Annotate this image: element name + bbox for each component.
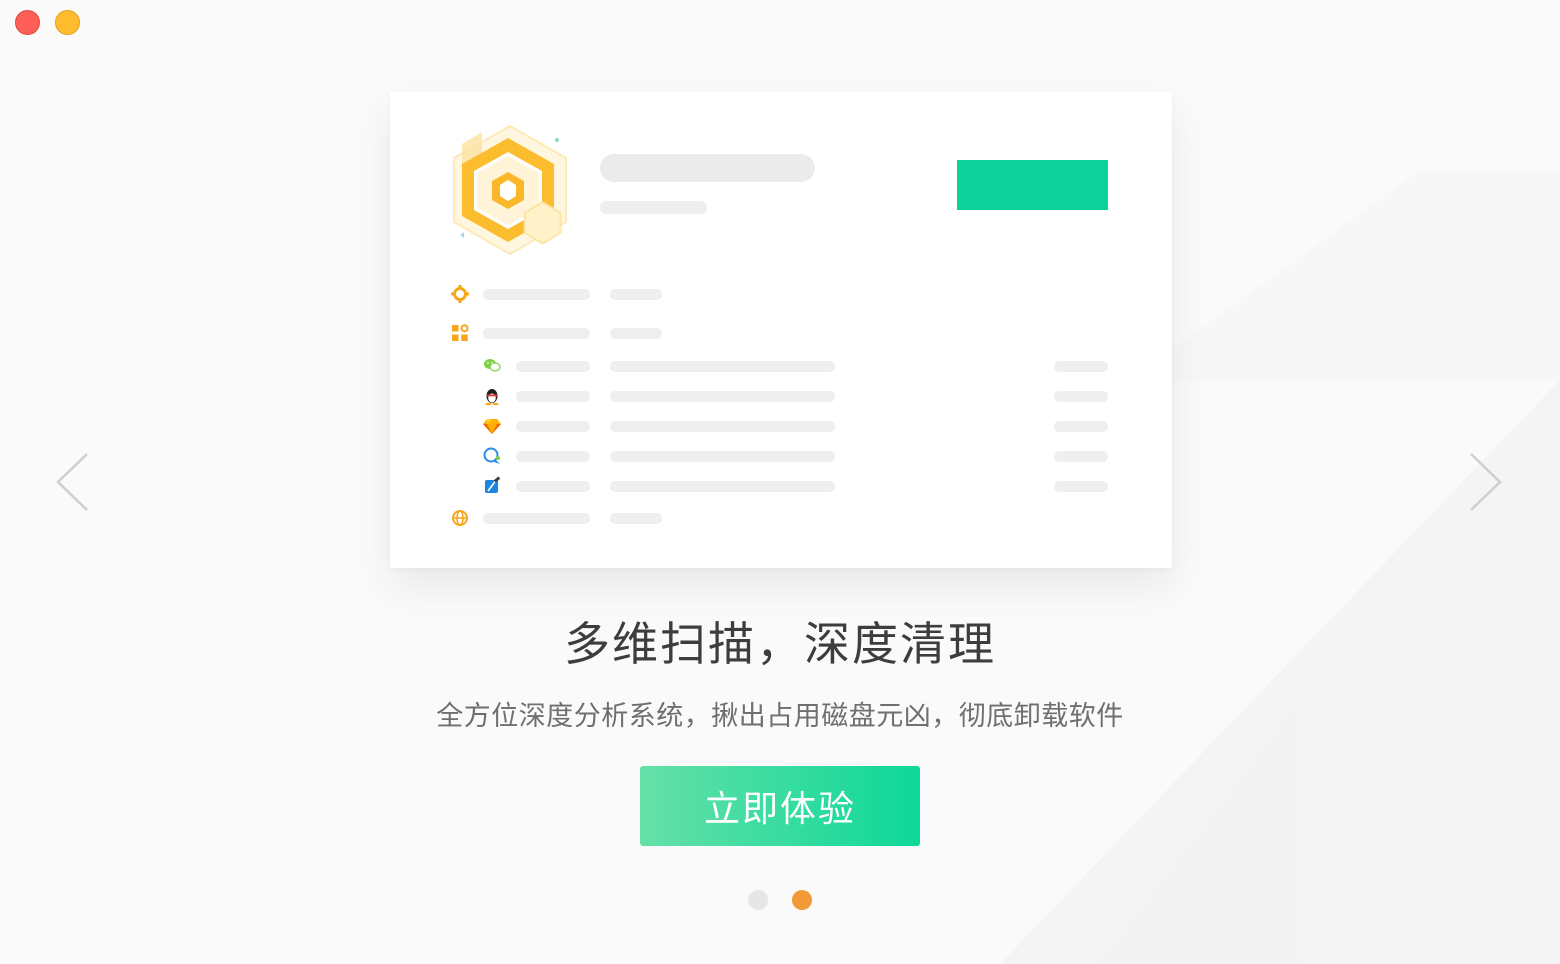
app-path-placeholder [610,421,835,432]
window-minimize-button[interactable] [55,10,80,35]
qq-penguin-icon [485,389,499,406]
app-size-placeholder [1054,421,1108,432]
wechat-icon [484,359,501,372]
apps-grid-icon [452,324,469,341]
subtitle-placeholder [600,201,707,214]
previous-slide-arrow-icon[interactable] [50,452,90,512]
gear-icon [451,285,469,303]
try-now-button[interactable]: 立即体验 [640,766,920,846]
slide-headline: 多维扫描，深度清理 [564,617,996,671]
pagination-dot-2-active[interactable] [792,890,812,910]
next-slide-arrow-icon[interactable] [1466,452,1506,512]
app-name-placeholder [516,361,590,372]
row-value-placeholder [610,289,662,300]
app-size-placeholder [1054,481,1108,492]
row-label-placeholder [483,513,590,524]
app-window: 多维扫描，深度清理 全方位深度分析系统，揪出占用磁盘元凶，彻底卸载软件 立即体验 [0,0,1560,964]
preview-action-button [957,160,1108,210]
app-name-placeholder [516,481,590,492]
window-close-button[interactable] [15,10,40,35]
hexagon-logo-icon [453,124,567,256]
app-name-placeholder [516,451,590,462]
app-name-placeholder [516,391,590,402]
app-path-placeholder [610,391,835,402]
app-path-placeholder [610,361,835,372]
globe-icon [452,510,468,526]
app-size-placeholder [1054,391,1108,402]
row-value-placeholder [610,328,662,339]
pagination-dot-1[interactable] [748,890,768,910]
row-label-placeholder [483,289,590,300]
app-size-placeholder [1054,361,1108,372]
title-placeholder [600,154,815,182]
slide-subtitle: 全方位深度分析系统，揪出占用磁盘元凶，彻底卸载软件 [436,701,1124,732]
sketch-diamond-icon [483,419,501,434]
xcode-hammer-icon [485,476,501,493]
feature-preview-illustration [390,92,1172,568]
row-value-placeholder [610,513,662,524]
app-path-placeholder [610,451,835,462]
app-name-placeholder [516,421,590,432]
app-size-placeholder [1054,451,1108,462]
chat-bubble-icon [483,447,500,464]
app-path-placeholder [610,481,835,492]
row-label-placeholder [483,328,590,339]
